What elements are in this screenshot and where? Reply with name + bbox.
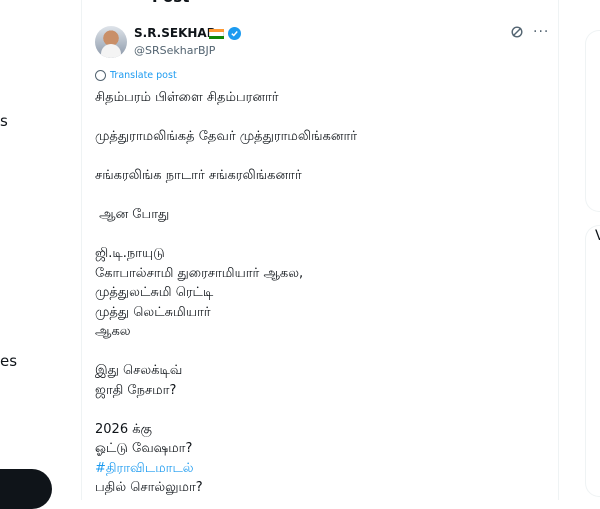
india-flag-icon [209,29,224,39]
post-line [95,186,545,206]
translate-post-link[interactable]: Translate post [95,70,177,81]
post-line [95,108,545,128]
post-line [95,225,545,245]
post-line: ஜி.டி.நாயுடு [95,246,165,261]
post-line: பதில் சொல்லுமா? [95,480,203,495]
sidebar-card-title-fragment: V [595,228,600,244]
sidebar-card [585,225,600,497]
post-line: இது செலக்டிவ் [95,363,183,378]
avatar[interactable] [95,26,127,58]
verified-badge-icon[interactable] [228,27,241,40]
post-text: சிதம்பரம் பிள்ளை சிதம்பரனார் முத்துராமலி… [95,88,545,498]
post-line: ஓட்டு வேஷமா? [95,441,193,456]
post-button[interactable] [0,469,52,509]
more-icon[interactable]: ··· [533,24,549,40]
post-line: முத்துலட்சுமி ரெட்டி [95,285,214,300]
post-line [95,342,545,362]
sidebar-card [585,30,600,212]
nav-item-fragment[interactable]: s [0,112,8,130]
post-line: சிதம்பரம் பிள்ளை சிதம்பரனார் [95,90,279,105]
grok-icon[interactable] [510,25,524,43]
post-line [95,147,545,167]
translate-label: Translate post [110,70,177,81]
post-line [95,400,545,420]
post-line: 2026 க்கு [95,421,153,437]
nav-item-fragment[interactable]: es [0,352,17,370]
post-line: ஆகல [95,324,131,339]
post-line: ஜாதி நேசமா? [95,382,177,398]
main-column: Post S.R.SEKHAR @SRSekharBJP ··· Transla… [81,0,559,500]
post-line: ஆன போது [95,207,170,222]
post-line: முத்துராமலிங்கத் தேவர் முத்துராமலிங்கனார… [95,129,358,144]
post-line: கோபால்சாமி துரைசாமியார் ஆகல, [95,265,304,281]
post-line: சங்கரலிங்க நாடார் சங்கரலிங்கனார் [95,168,302,183]
globe-icon [95,70,106,81]
post-line: முத்து லெட்சுமியார் [95,304,211,320]
author-handle[interactable]: @SRSekharBJP [134,44,215,57]
author-name[interactable]: S.R.SEKHAR [134,26,216,40]
top-header-fragment: Post [152,0,189,6]
hashtag-link[interactable]: #திராவிடமாடல் [95,459,545,479]
